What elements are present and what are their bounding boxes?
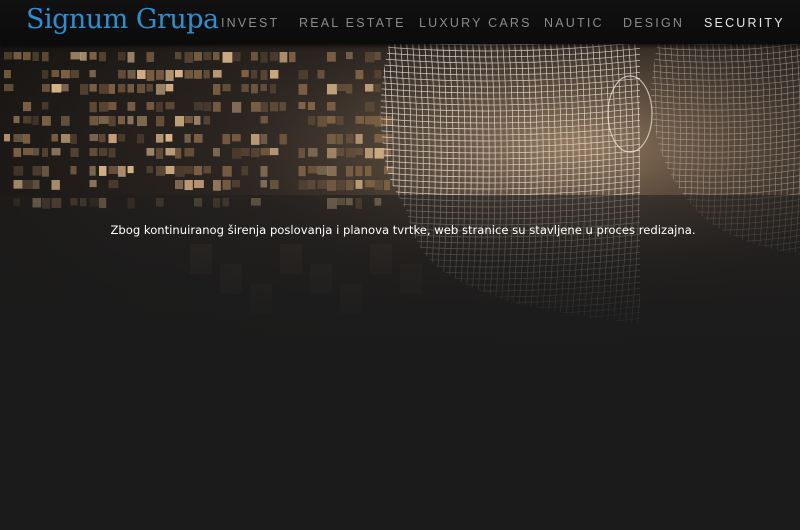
- nav-item-design[interactable]: DESIGN: [623, 15, 684, 31]
- nav-item-security[interactable]: SECURITY: [704, 15, 785, 31]
- header-bar: Signum Grupa INVEST REAL ESTATE LUXURY C…: [0, 0, 800, 44]
- page: Signum Grupa INVEST REAL ESTATE LUXURY C…: [0, 0, 800, 530]
- main-nav: INVEST REAL ESTATE LUXURY CARS NAUTIC DE…: [0, 15, 800, 31]
- nav-item-invest[interactable]: INVEST: [221, 15, 279, 31]
- redesign-notice: Zbog kontinuiranog širenja poslovanja i …: [110, 223, 696, 237]
- content-overlay: [0, 195, 800, 375]
- nav-item-real-estate[interactable]: REAL ESTATE: [299, 15, 406, 31]
- nav-item-nautic[interactable]: NAUTIC: [544, 15, 604, 31]
- nav-item-luxury-cars[interactable]: LUXURY CARS: [419, 15, 532, 31]
